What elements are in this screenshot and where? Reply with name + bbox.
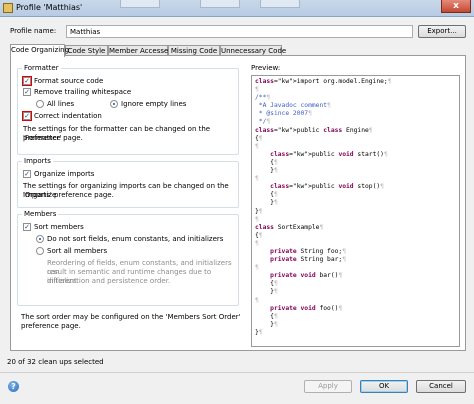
preview-code-line: {¶ bbox=[255, 158, 278, 166]
preview-code-line: private String foo;¶ bbox=[270, 247, 347, 255]
preview-code-line: }¶ bbox=[255, 288, 278, 296]
background-window-tab bbox=[120, 0, 160, 8]
clean-up-count-status: 20 of 32 clean ups selected bbox=[7, 358, 104, 366]
remove-trailing-checkbox[interactable]: ✓ bbox=[23, 88, 31, 96]
sort-all-members-radio[interactable] bbox=[36, 247, 44, 255]
preview-code-line: ¶ bbox=[255, 215, 259, 223]
preview-code-line: private void bar()¶ bbox=[270, 272, 343, 280]
formatter-group-title: Formatter bbox=[22, 64, 61, 72]
organize-imports-label: Organize imports bbox=[34, 170, 95, 178]
imports-group-title: Imports bbox=[22, 157, 53, 165]
code-organizing-panel: Formatter ✓ Format source code ✓ Remove … bbox=[10, 55, 466, 351]
format-source-checkbox[interactable]: ✓ bbox=[22, 76, 32, 86]
preview-code-line: ¶ bbox=[255, 175, 259, 183]
organize-imports-checkbox[interactable]: ✓ bbox=[23, 170, 31, 178]
do-not-sort-fields-label: Do not sort fields, enum constants, and … bbox=[47, 235, 224, 243]
window-title: Profile 'Matthias' bbox=[16, 3, 83, 12]
sort-members-label: Sort members bbox=[34, 223, 84, 231]
sort-all-members-label: Sort all members bbox=[47, 247, 108, 255]
preview-code-line: class="kw">public class Engine¶ bbox=[255, 126, 373, 134]
ignore-empty-lines-radio[interactable] bbox=[110, 100, 118, 108]
profile-name-label: Profile name: bbox=[10, 27, 57, 35]
format-source-label: Format source code bbox=[34, 77, 104, 85]
preview-code-line: }¶ bbox=[255, 320, 278, 328]
preview-code-line: class SortExample¶ bbox=[255, 223, 324, 231]
correct-indentation-label: Correct indentation bbox=[34, 112, 102, 120]
preview-code-line: }¶ bbox=[255, 199, 278, 207]
preview-code-line: * @since 2007¶ bbox=[255, 110, 312, 118]
preview-code-line: *A Javadoc comment¶ bbox=[255, 102, 331, 110]
preview-code-line: {¶ bbox=[255, 191, 278, 199]
preview-code: class="kw">import org.model.Engine;¶ ¶/**… bbox=[255, 78, 392, 337]
members-note-line-2: preference page. bbox=[21, 322, 81, 330]
background-window-tab bbox=[200, 0, 240, 8]
preview-code-line: {¶ bbox=[255, 231, 263, 239]
cancel-button[interactable]: Cancel bbox=[416, 380, 466, 393]
close-button[interactable]: x bbox=[441, 0, 471, 13]
preview-code-line: ¶ bbox=[255, 142, 259, 150]
sort-members-checkbox[interactable]: ✓ bbox=[23, 223, 31, 231]
all-lines-radio[interactable] bbox=[36, 100, 44, 108]
members-group-title: Members bbox=[22, 210, 59, 218]
formatter-group: Formatter ✓ Format source code ✓ Remove … bbox=[17, 64, 239, 155]
preview-code-line: {¶ bbox=[255, 280, 278, 288]
preview-code-line: }¶ bbox=[255, 207, 263, 215]
preview-code-line: }¶ bbox=[255, 167, 278, 175]
imports-note-line-2: Imports' preference page. bbox=[23, 191, 114, 199]
remove-trailing-label: Remove trailing whitespace bbox=[34, 88, 132, 96]
ignore-empty-lines-label: Ignore empty lines bbox=[121, 100, 187, 108]
tab-code-organizing[interactable]: Code Organizing bbox=[10, 44, 69, 57]
app-icon bbox=[3, 3, 13, 13]
do-not-sort-fields-radio[interactable] bbox=[36, 235, 44, 243]
preview-code-line: private String bar;¶ bbox=[270, 256, 347, 264]
preview-code-line: {¶ bbox=[255, 312, 278, 320]
title-bar: Profile 'Matthias' x bbox=[0, 0, 474, 17]
preview-code-line: class="kw">public void start()¶ bbox=[270, 150, 388, 158]
imports-group: Imports ✓ Organize imports The settings … bbox=[17, 157, 239, 208]
profile-name-row: Profile name: Export... bbox=[10, 25, 466, 38]
export-button[interactable]: Export... bbox=[418, 25, 466, 38]
apply-button[interactable]: Apply bbox=[304, 380, 352, 393]
preview-code-line: ¶ bbox=[255, 86, 259, 94]
all-lines-label: All lines bbox=[47, 100, 75, 108]
preview-code-line: ¶ bbox=[255, 296, 259, 304]
profile-name-input[interactable] bbox=[66, 25, 413, 38]
preview-code-line: }¶ bbox=[255, 328, 263, 336]
members-warning-line-3: initialization and persistence order. bbox=[47, 277, 171, 285]
help-icon[interactable]: ? bbox=[8, 381, 19, 392]
preview-code-line: */¶ bbox=[255, 118, 271, 126]
preview-pane: class="kw">import org.model.Engine;¶ ¶/**… bbox=[251, 75, 460, 347]
preview-code-line: private void foo()¶ bbox=[270, 304, 343, 312]
preview-code-line: class="kw">public void stop()¶ bbox=[270, 183, 384, 191]
ok-button[interactable]: OK bbox=[360, 380, 408, 393]
preview-code-line: /**¶ bbox=[255, 94, 271, 102]
background-window-tab bbox=[260, 0, 300, 8]
button-bar-divider bbox=[0, 372, 474, 373]
preview-code-line: ¶ bbox=[255, 239, 259, 247]
preview-code-line: class="kw">import org.model.Engine;¶ bbox=[255, 78, 392, 85]
members-group: Members ✓ Sort members Do not sort field… bbox=[17, 210, 239, 306]
preview-label: Preview: bbox=[251, 64, 281, 72]
formatter-note-line-2: preference page. bbox=[23, 134, 83, 142]
members-note-line-1: The sort order may be configured on the … bbox=[21, 313, 241, 321]
preview-code-line: {¶ bbox=[255, 134, 263, 142]
correct-indentation-checkbox[interactable]: ✓ bbox=[22, 111, 32, 121]
